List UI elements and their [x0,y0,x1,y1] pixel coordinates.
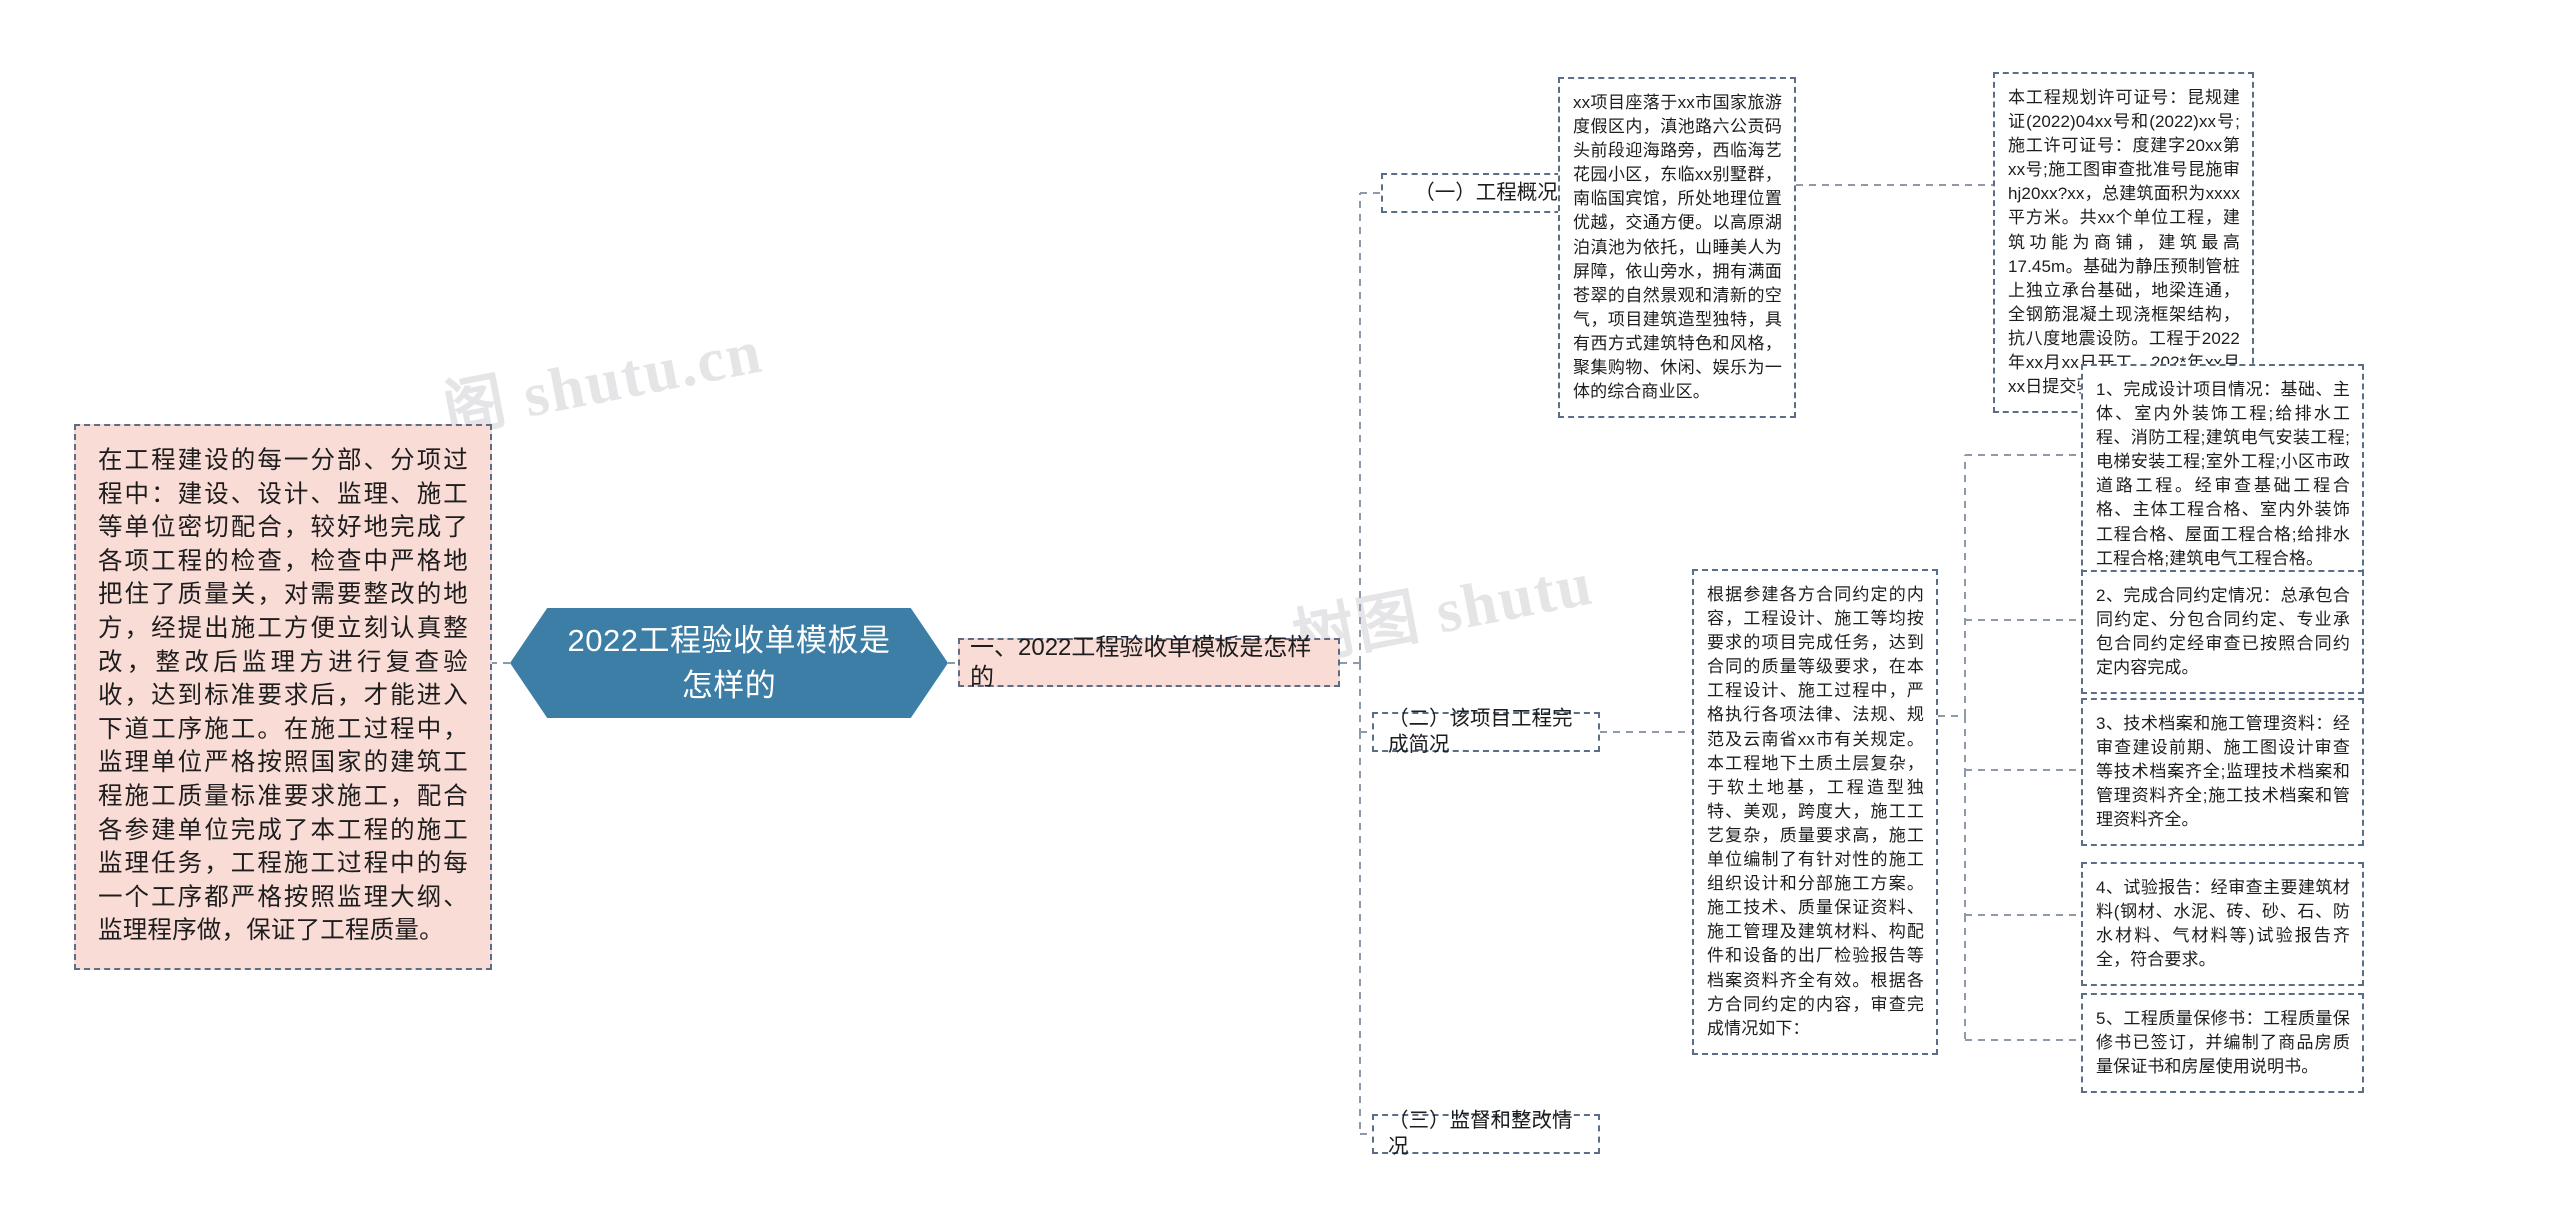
level2-node-label: （二）该项目工程完成简况 [1388,707,1573,756]
detail-node-permit-info[interactable]: 本工程规划许可证号：昆规建证(2022)04xx号和(2022)xx号;施工许可… [1993,72,2254,414]
central-topic-node[interactable]: 2022工程验收单模板是怎样的 [510,608,948,718]
detail-node-text: 3、技术档案和施工管理资料：经审查建设前期、施工图设计审查等技术档案齐全;监理技… [2096,714,2350,830]
summary-note-box[interactable]: 在工程建设的每一分部、分项过程中：建设、设计、监理、施工等单位密切配合，较好地完… [74,424,492,970]
detail-node-item-1[interactable]: 1、完成设计项目情况：基础、主体、室内外装饰工程;给排水工程、消防工程;建筑电气… [2081,364,2364,585]
detail-node-text: 根据参建各方合同约定的内容，工程设计、施工等均按要求的项目完成任务，达到合同的质… [1707,585,1924,1038]
summary-note-text: 在工程建设的每一分部、分项过程中：建设、设计、监理、施工等单位密切配合，较好地完… [98,447,468,945]
detail-node-text: 5、工程质量保修书：工程质量保修书已签订，并编制了商品房质量保证书和房屋使用说明… [2096,1009,2350,1077]
central-topic-label: 2022工程验收单模板是怎样的 [567,623,891,703]
level2-node-label: （一）工程概况 [1414,181,1558,204]
level2-node-completion-summary[interactable]: （二）该项目工程完成简况 [1372,707,1600,756]
level2-node-supervision-rectification[interactable]: （三）监督和整改情况 [1372,1109,1600,1158]
detail-node-item-5[interactable]: 5、工程质量保修书：工程质量保修书已签订，并编制了商品房质量保证书和房屋使用说明… [2081,993,2364,1094]
detail-node-text: 本工程规划许可证号：昆规建证(2022)04xx号和(2022)xx号;施工许可… [2008,88,2240,397]
detail-node-text: 4、试验报告：经审查主要建筑材料(钢材、水泥、砖、砂、石、防水材料、气材料等)试… [2096,878,2350,970]
detail-node-site-description[interactable]: xx项目座落于xx市国家旅游度假区内，滇池路六公贡码头前段迎海路旁，西临海艺花园… [1558,77,1796,419]
detail-node-item-3[interactable]: 3、技术档案和施工管理资料：经审查建设前期、施工图设计审查等技术档案齐全;监理技… [2081,698,2364,847]
level1-node-chapter-one[interactable]: 一、2022工程验收单模板是怎样的 [958,634,1340,691]
mindmap-canvas: 阁 shutu.cn 树图 shutu 在工程建设的每一分部、分项过程中：建设、… [0,0,2560,1229]
level2-node-label: （三）监督和整改情况 [1388,1109,1573,1158]
detail-node-item-4[interactable]: 4、试验报告：经审查主要建筑材料(钢材、水泥、砖、砂、石、防水材料、气材料等)试… [2081,862,2364,987]
detail-node-text: 2、完成合同约定情况：总承包合同约定、分包合同约定、专业承包合同约定经审查已按照… [2096,586,2350,678]
level1-node-label: 一、2022工程验收单模板是怎样的 [970,633,1312,691]
detail-node-item-2[interactable]: 2、完成合同约定情况：总承包合同约定、分包合同约定、专业承包合同约定经审查已按照… [2081,570,2364,695]
detail-node-text: 1、完成设计项目情况：基础、主体、室内外装饰工程;给排水工程、消防工程;建筑电气… [2096,380,2350,568]
detail-node-text: xx项目座落于xx市国家旅游度假区内，滇池路六公贡码头前段迎海路旁，西临海艺花园… [1573,93,1782,402]
detail-node-completion-details[interactable]: 根据参建各方合同约定的内容，工程设计、施工等均按要求的项目完成任务，达到合同的质… [1692,569,1938,1055]
